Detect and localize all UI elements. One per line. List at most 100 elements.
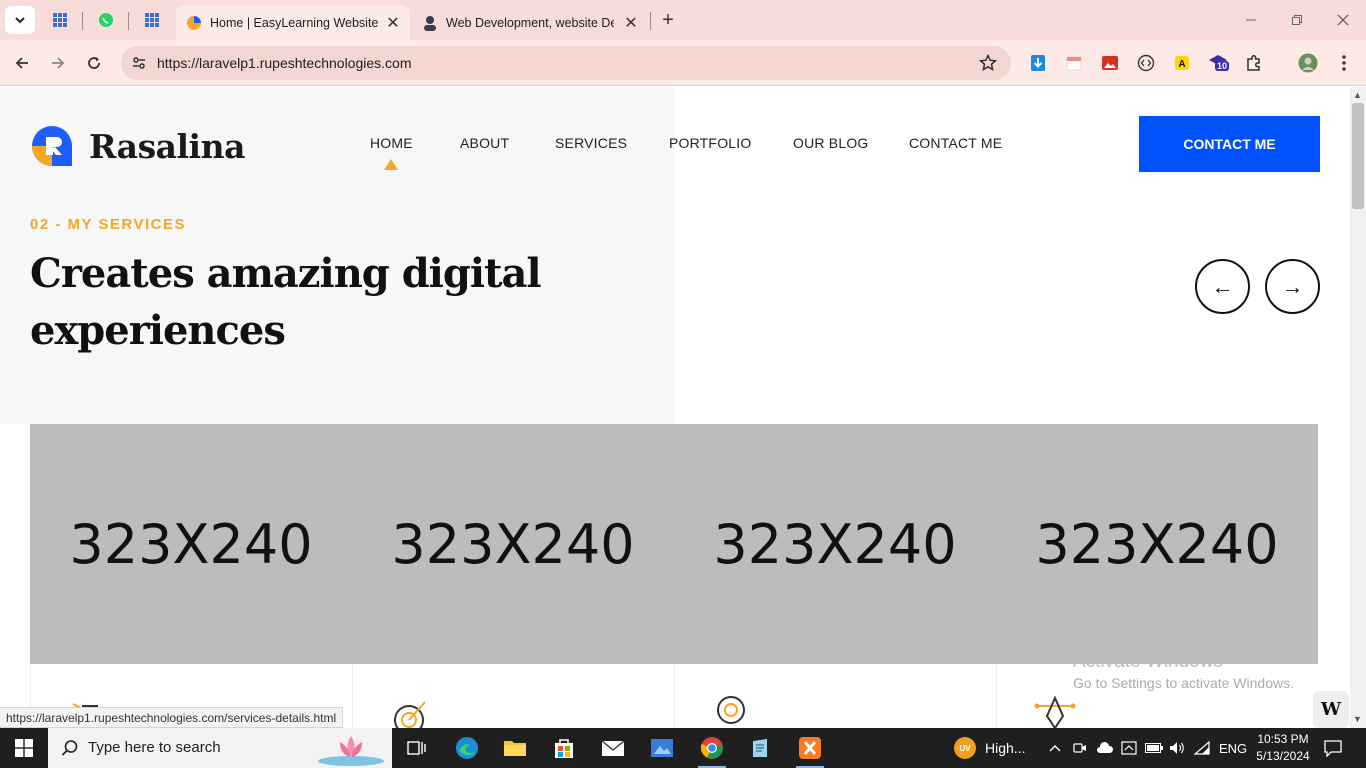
nav-label: SERVICES xyxy=(555,135,628,151)
nav-label: OUR BLOG xyxy=(793,135,869,151)
extensions-button[interactable] xyxy=(1243,52,1265,74)
floating-widget-button[interactable]: W xyxy=(1313,691,1349,728)
bookmark-star-icon[interactable] xyxy=(979,54,997,72)
taskbar-mail[interactable] xyxy=(593,732,633,764)
tray-battery[interactable] xyxy=(1145,728,1163,768)
clock-time: 10:53 PM xyxy=(1257,732,1309,746)
address-bar[interactable]: https://laravelp1.rupeshtechnologies.com xyxy=(121,46,1011,80)
scrollbar-thumb[interactable] xyxy=(1352,103,1364,209)
download-icon xyxy=(1031,55,1045,71)
tray-onedrive[interactable] xyxy=(1096,728,1114,768)
minimize-icon xyxy=(1246,19,1256,21)
chevron-down-icon xyxy=(15,17,25,24)
network-icon xyxy=(1121,741,1137,755)
speaker-icon xyxy=(1170,742,1184,754)
close-window-button[interactable] xyxy=(1320,0,1366,40)
pinned-apps-tab[interactable] xyxy=(137,6,167,34)
notification-center-button[interactable] xyxy=(1324,728,1342,768)
nav-label: ABOUT xyxy=(460,135,510,151)
tab-separator xyxy=(82,12,83,30)
tray-wifi[interactable] xyxy=(1194,728,1210,768)
service-image-placeholder[interactable]: 323X240 xyxy=(352,424,674,664)
nav-item-home[interactable]: HOME xyxy=(370,135,413,170)
minimize-button[interactable] xyxy=(1228,0,1274,40)
slider-next-button[interactable]: → xyxy=(1265,259,1320,314)
pinned-apps-button[interactable] xyxy=(45,6,75,34)
pinned-whatsapp-tab[interactable] xyxy=(91,6,121,34)
nav-item-our-blog[interactable]: OUR BLOG xyxy=(793,135,869,151)
graduation-extension[interactable]: 10 xyxy=(1207,52,1230,74)
tray-meet-now[interactable] xyxy=(1073,728,1087,768)
scroll-up-icon[interactable]: ▲ xyxy=(1353,90,1362,100)
taskbar-xampp[interactable] xyxy=(790,732,830,768)
tray-volume[interactable] xyxy=(1169,728,1185,768)
nav-item-contact-me[interactable]: CONTACT ME xyxy=(909,135,1002,151)
url-text[interactable]: https://laravelp1.rupeshtechnologies.com xyxy=(157,55,411,71)
taskbar-edge[interactable] xyxy=(447,732,487,764)
tab-title: Home | EasyLearning Website xyxy=(210,15,379,30)
tab-separator xyxy=(650,12,651,30)
grid-icon xyxy=(53,13,67,27)
show-hidden-icons-button[interactable] xyxy=(1049,728,1061,768)
store-bag-icon xyxy=(555,739,573,758)
service-image-placeholder[interactable]: 323X240 xyxy=(674,424,996,664)
site-logo[interactable]: Rasalina xyxy=(30,124,245,168)
weather-widget[interactable]: UV High... xyxy=(954,728,1025,768)
slider-prev-button[interactable]: ← xyxy=(1195,259,1250,314)
service-image-placeholder[interactable]: 323X240 xyxy=(30,424,352,664)
cloud-icon xyxy=(1097,741,1114,753)
folder-icon xyxy=(504,741,526,756)
nav-label: PORTFOLIO xyxy=(669,135,752,151)
new-tab-button[interactable]: + xyxy=(653,6,683,34)
browser-menu-button[interactable] xyxy=(1333,52,1355,74)
taskbar-file-explorer[interactable] xyxy=(495,732,535,764)
profile-avatar[interactable] xyxy=(1297,52,1319,74)
tab-home-easylearning[interactable]: Home | EasyLearning Website ✕ xyxy=(176,5,410,40)
calendar-extension[interactable] xyxy=(1063,52,1085,74)
battery-icon xyxy=(1145,743,1163,753)
tray-language[interactable]: ENG xyxy=(1219,728,1247,768)
tab-strip: Home | EasyLearning Website ✕ Web Develo… xyxy=(0,0,1366,40)
grid-icon xyxy=(145,13,159,27)
page-scrollbar[interactable]: ▲ ▼ xyxy=(1350,87,1366,728)
lightbulb-gear-icon xyxy=(717,696,745,724)
taskbar-search-box[interactable]: Type here to search xyxy=(48,728,392,768)
close-icon[interactable]: ✕ xyxy=(384,13,402,33)
taskbar-store[interactable] xyxy=(544,732,584,764)
contact-me-button[interactable]: CONTACT ME xyxy=(1139,116,1320,172)
heading-line-1: Creates amazing digital xyxy=(30,250,542,297)
search-placeholder: Type here to search xyxy=(88,739,221,756)
download-extension[interactable] xyxy=(1027,52,1049,74)
scroll-down-icon[interactable]: ▼ xyxy=(1353,714,1362,724)
tab-search-button[interactable] xyxy=(5,6,35,34)
code-extension[interactable] xyxy=(1135,52,1157,74)
service-card[interactable] xyxy=(352,664,674,728)
font-icon: A xyxy=(1175,56,1189,70)
nav-item-portfolio[interactable]: PORTFOLIO xyxy=(669,135,751,151)
taskbar-notepad[interactable] xyxy=(740,732,780,764)
service-image-placeholder[interactable]: 323X240 xyxy=(996,424,1318,664)
font-extension[interactable]: A xyxy=(1171,52,1193,74)
back-button[interactable] xyxy=(8,49,36,77)
close-icon[interactable]: ✕ xyxy=(622,13,640,33)
reload-button[interactable] xyxy=(80,49,108,77)
heading-line-2: experiences xyxy=(30,307,286,354)
calendar-icon xyxy=(1066,56,1082,71)
forward-button[interactable] xyxy=(44,49,72,77)
service-card[interactable] xyxy=(674,664,996,728)
windows-taskbar: Type here to search UV High... ENG 10:53… xyxy=(0,728,1366,768)
nav-item-about[interactable]: ABOUT xyxy=(460,135,509,151)
tab-web-development[interactable]: Web Development, website Des ✕ xyxy=(412,5,648,40)
taskbar-photo-app[interactable] xyxy=(642,732,682,764)
tray-network-alert[interactable] xyxy=(1121,728,1137,768)
taskbar-chrome[interactable] xyxy=(692,732,732,768)
start-button[interactable] xyxy=(0,728,48,768)
image-icon xyxy=(1102,56,1118,70)
notepad-icon xyxy=(753,739,767,757)
task-view-button[interactable] xyxy=(396,732,436,764)
image-extension[interactable] xyxy=(1099,52,1121,74)
nav-item-services[interactable]: SERVICES xyxy=(555,135,627,151)
restore-button[interactable] xyxy=(1274,0,1320,40)
site-settings-icon[interactable] xyxy=(131,55,147,71)
system-clock[interactable]: 10:53 PM 5/13/2024 xyxy=(1251,731,1315,765)
